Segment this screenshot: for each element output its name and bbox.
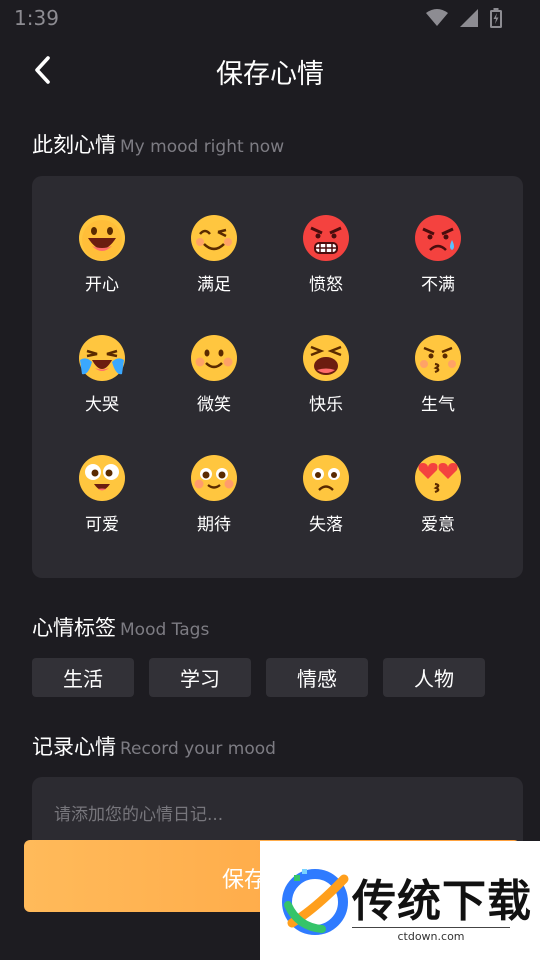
expectant-face-icon [191, 455, 237, 501]
frustrated-red-face-icon [415, 215, 461, 261]
signal-icon [460, 9, 478, 27]
angry-red-face-icon [303, 215, 349, 261]
tag-life[interactable]: 生活 [32, 658, 134, 697]
cute-face-icon [79, 455, 125, 501]
mood-label: 失落 [309, 515, 343, 535]
mood-label: 快乐 [309, 395, 343, 415]
tag-study[interactable]: 学习 [149, 658, 251, 697]
mood-option-sad[interactable]: 失落 [270, 454, 382, 574]
page-title: 保存心情 [216, 59, 324, 90]
record-section-title-en: Record your mood [120, 739, 276, 759]
sad-face-icon [303, 455, 349, 501]
mood-label: 不满 [421, 275, 455, 295]
status-bar: 1:39 [0, 0, 540, 36]
mood-label: 生气 [421, 395, 455, 415]
mood-option-cute[interactable]: 可爱 [46, 454, 158, 574]
smiling-face-icon [191, 335, 237, 381]
tags-section-title-zh: 心情标签 [32, 616, 116, 640]
mood-option-angry[interactable]: 愤怒 [270, 214, 382, 334]
tags-section-title: 心情标签 Mood Tags [32, 612, 209, 642]
mood-option-love[interactable]: 爱意 [382, 454, 494, 574]
status-time: 1:39 [14, 6, 59, 30]
tag-emotion[interactable]: 情感 [266, 658, 368, 697]
mood-label: 期待 [197, 515, 231, 535]
mood-label: 可爱 [85, 515, 119, 535]
mood-label: 开心 [85, 275, 119, 295]
wifi-icon [426, 9, 448, 26]
mood-section-title-en: My mood right now [120, 137, 285, 157]
mood-option-discontent[interactable]: 不满 [382, 214, 494, 334]
watermark: 传统下载 ctdown.com [260, 841, 540, 960]
mood-label: 微笑 [197, 395, 231, 415]
mood-label: 爱意 [421, 515, 455, 535]
tag-people[interactable]: 人物 [383, 658, 485, 697]
satisfied-face-icon [191, 215, 237, 261]
tags-section-title-en: Mood Tags [120, 620, 210, 640]
mood-note-input[interactable] [52, 799, 496, 831]
mood-option-mad[interactable]: 生气 [382, 334, 494, 454]
mood-tags: 生活 学习 情感 人物 [32, 658, 485, 697]
record-section-title: 记录心情 Record your mood [32, 731, 276, 761]
grinning-face-icon [79, 215, 125, 261]
mood-section-title: 此刻心情 My mood right now [32, 129, 284, 159]
header: 保存心情 [0, 44, 540, 96]
mood-label: 满足 [197, 275, 231, 295]
crying-face-icon [79, 335, 125, 381]
status-icons [426, 8, 502, 28]
mood-label: 愤怒 [309, 275, 343, 295]
mood-section-title-zh: 此刻心情 [32, 133, 116, 157]
watermark-logo-icon [282, 869, 349, 935]
mood-grid: 开心 满足 愤怒 不满 大哭 微笑 快乐 生气 可爱 期待 失落 爱意 [46, 214, 494, 574]
record-section-title-zh: 记录心情 [32, 735, 116, 759]
mood-option-smile[interactable]: 微笑 [158, 334, 270, 454]
mood-option-joy[interactable]: 快乐 [270, 334, 382, 454]
heart-eyes-face-icon [415, 455, 461, 501]
laughing-face-icon [303, 335, 349, 381]
battery-icon [490, 8, 502, 28]
mood-label: 大哭 [85, 395, 119, 415]
mood-option-crying[interactable]: 大哭 [46, 334, 158, 454]
watermark-url: ctdown.com [352, 927, 510, 943]
mood-panel: 开心 满足 愤怒 不满 大哭 微笑 快乐 生气 可爱 期待 失落 爱意 [32, 176, 523, 578]
mood-option-satisfied[interactable]: 满足 [158, 214, 270, 334]
watermark-text: 传统下载 [352, 876, 532, 927]
mood-option-happy[interactable]: 开心 [46, 214, 158, 334]
annoyed-face-icon [415, 335, 461, 381]
mood-option-expect[interactable]: 期待 [158, 454, 270, 574]
